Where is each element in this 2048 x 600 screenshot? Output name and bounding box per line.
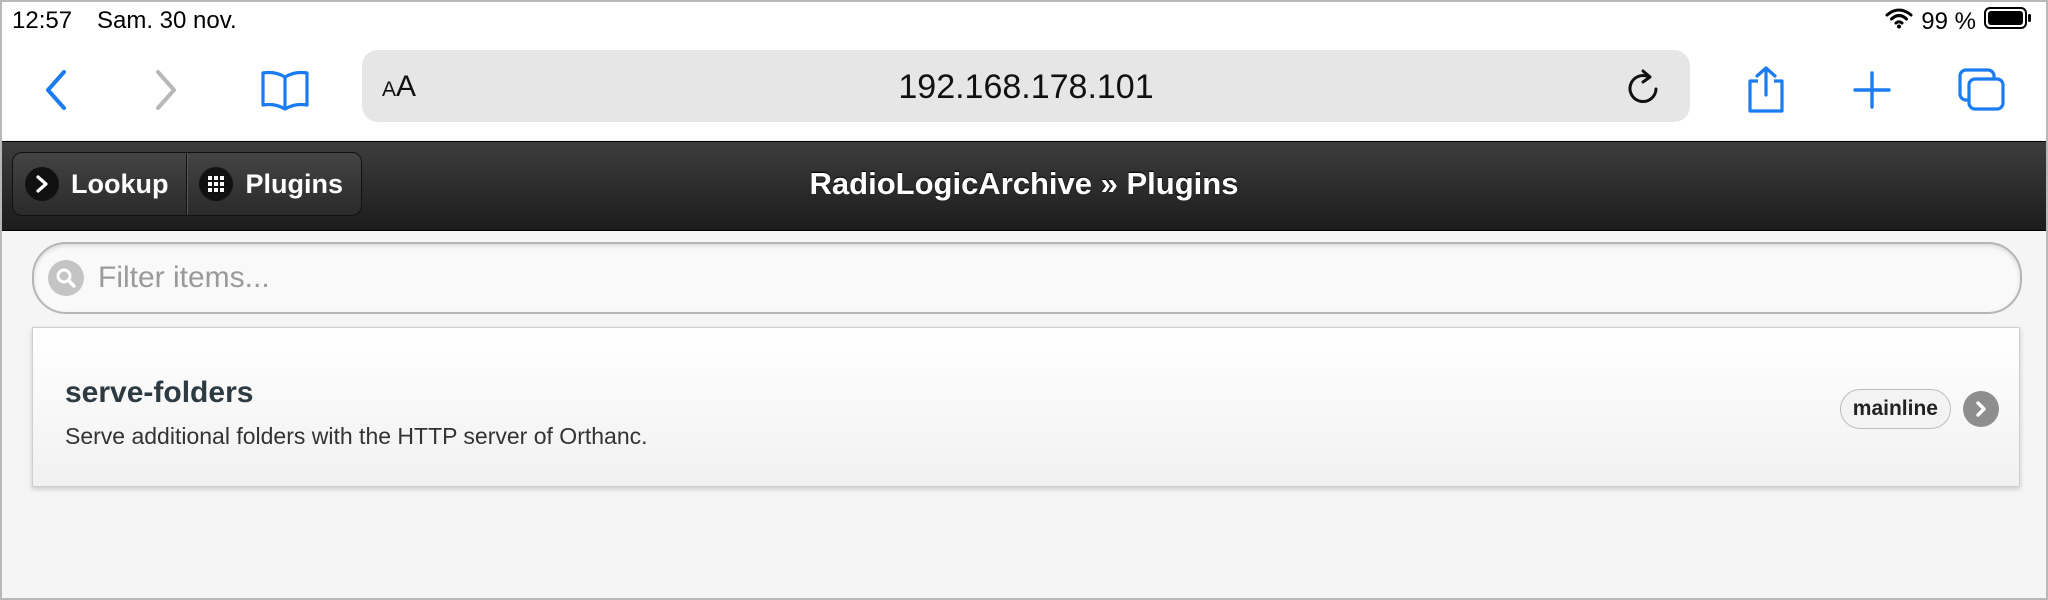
- list-item[interactable]: serve-folders Serve additional folders w…: [32, 327, 2020, 487]
- page: 12:57 Sam. 30 nov. 99 % AA 192.168.178.1…: [2, 2, 2046, 598]
- filter-box: [32, 242, 2022, 314]
- status-time: 12:57: [12, 7, 73, 34]
- plugin-name: serve-folders: [65, 376, 254, 409]
- bookmarks-icon[interactable]: [257, 62, 313, 118]
- filter-input[interactable]: [96, 256, 1980, 300]
- status-right: 99 %: [1885, 7, 2032, 36]
- battery-percent: 99 %: [1921, 7, 1976, 35]
- new-tab-icon[interactable]: [1844, 62, 1900, 118]
- address-bar[interactable]: AA 192.168.178.101: [362, 50, 1690, 122]
- search-icon: [48, 260, 84, 296]
- status-date: Sam. 30 nov.: [97, 7, 237, 34]
- status-bar: 12:57 Sam. 30 nov. 99 %: [2, 2, 2046, 40]
- battery-icon: [1984, 7, 2032, 36]
- browser-toolbar: AA 192.168.178.101: [2, 40, 2046, 140]
- share-icon[interactable]: [1738, 62, 1794, 118]
- chevron-right-icon[interactable]: [1963, 391, 1999, 427]
- plugin-badge: mainline: [1839, 389, 1951, 429]
- url-text: 192.168.178.101: [898, 68, 1154, 106]
- app-header: Lookup Plugins RadioLogicArchive » Plugi…: [2, 141, 2046, 231]
- reload-icon[interactable]: [1626, 68, 1662, 111]
- plugin-description: Serve additional folders with the HTTP s…: [65, 423, 648, 449]
- page-title: RadioLogicArchive » Plugins: [809, 166, 1239, 201]
- tabs-icon[interactable]: [1954, 62, 2010, 118]
- forward-icon[interactable]: [137, 62, 193, 118]
- back-icon[interactable]: [29, 62, 85, 118]
- wifi-icon: [1885, 7, 1913, 36]
